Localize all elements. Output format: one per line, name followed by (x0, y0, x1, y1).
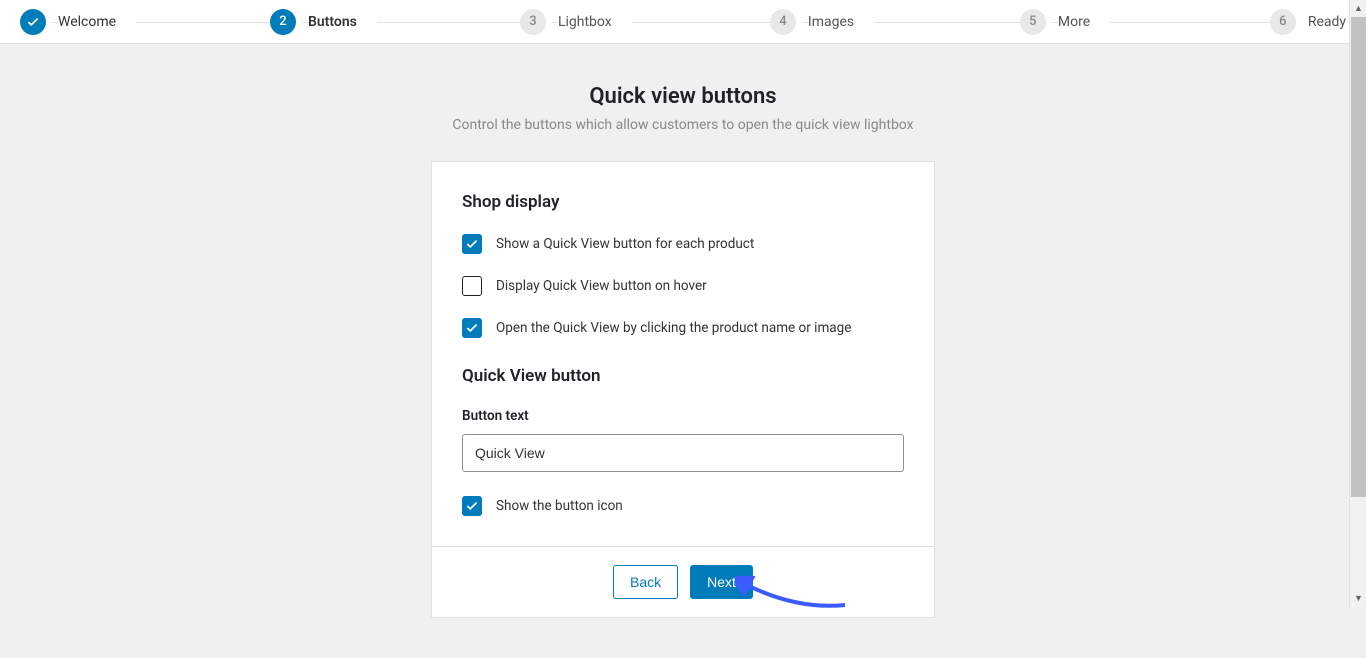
step-number: 3 (520, 9, 546, 35)
page-subtitle: Control the buttons which allow customer… (452, 117, 913, 133)
step-lightbox[interactable]: 3 Lightbox (520, 9, 770, 35)
scrollbar-thumb[interactable] (1351, 17, 1366, 497)
checkbox-show-button[interactable]: Show a Quick View button for each produc… (462, 234, 904, 254)
shop-display-heading: Shop display (462, 192, 904, 212)
settings-card: Shop display Show a Quick View button fo… (431, 161, 935, 618)
step-buttons[interactable]: 2 Buttons (270, 9, 520, 35)
checkbox-open-click[interactable]: Open the Quick View by clicking the prod… (462, 318, 904, 338)
checkbox-input[interactable] (462, 496, 482, 516)
card-body: Shop display Show a Quick View button fo… (432, 162, 934, 546)
checkbox-hover[interactable]: Display Quick View button on hover (462, 276, 904, 296)
step-more[interactable]: 5 More (1020, 9, 1270, 35)
checkbox-label: Show the button icon (496, 498, 623, 514)
step-label: Lightbox (558, 14, 632, 30)
step-label: Welcome (58, 14, 136, 30)
scroll-up-icon[interactable]: ▲ (1350, 0, 1366, 17)
checkbox-show-icon[interactable]: Show the button icon (462, 496, 904, 516)
checkbox-input[interactable] (462, 318, 482, 338)
step-ready[interactable]: 6 Ready (1270, 9, 1346, 35)
checkbox-input[interactable] (462, 276, 482, 296)
button-text-label: Button text (462, 408, 904, 424)
vertical-scrollbar[interactable]: ▲ ▼ (1349, 0, 1366, 607)
check-icon (20, 9, 46, 35)
step-label: Buttons (308, 14, 377, 30)
wizard-stepper: Welcome 2 Buttons 3 Lightbox 4 Images 5 … (0, 0, 1366, 44)
step-label: Images (808, 14, 874, 30)
step-number: 6 (1270, 9, 1296, 35)
step-number: 2 (270, 9, 296, 35)
back-button[interactable]: Back (613, 565, 678, 599)
step-number: 5 (1020, 9, 1046, 35)
checkbox-label: Display Quick View button on hover (496, 278, 707, 294)
main-content: Quick view buttons Control the buttons w… (0, 44, 1366, 658)
checkbox-label: Show a Quick View button for each produc… (496, 236, 754, 252)
step-label: Ready (1308, 14, 1346, 30)
checkbox-label: Open the Quick View by clicking the prod… (496, 320, 851, 336)
checkbox-input[interactable] (462, 234, 482, 254)
page-title: Quick view buttons (589, 84, 776, 109)
scroll-down-icon[interactable]: ▼ (1350, 590, 1366, 607)
button-text-input[interactable] (462, 434, 904, 472)
step-welcome[interactable]: Welcome (20, 9, 270, 35)
step-number: 4 (770, 9, 796, 35)
quick-view-heading: Quick View button (462, 366, 904, 386)
step-images[interactable]: 4 Images (770, 9, 1020, 35)
next-button[interactable]: Next (690, 565, 753, 599)
card-footer: Back Next (432, 546, 934, 617)
step-label: More (1058, 14, 1110, 30)
